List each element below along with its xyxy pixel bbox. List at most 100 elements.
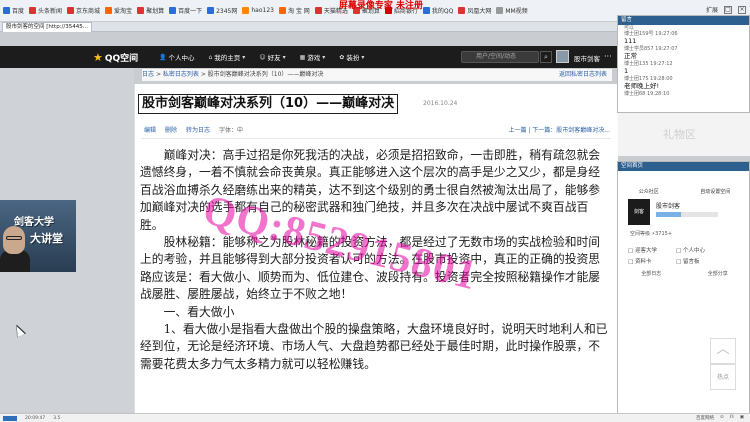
bookmark-favicon-icon [169, 7, 177, 14]
close-button[interactable]: × [738, 5, 746, 14]
status-time: 20:09:47 [25, 415, 46, 421]
bookmark-item[interactable]: 聚划算 [137, 6, 164, 15]
extensions-button[interactable]: 扩展 [706, 5, 718, 14]
taskbar-app-icon[interactable] [3, 415, 17, 421]
font-size-select[interactable]: 字体：中 [219, 125, 243, 134]
side-panel-header: 空间首页 [618, 162, 749, 171]
nav-dress[interactable]: ✿ 装扮 ▾ [339, 52, 365, 63]
bookmark-item[interactable]: 2345网 [207, 6, 237, 15]
bookmark-favicon-icon [242, 7, 250, 14]
chevron-down-icon: ▾ [322, 53, 326, 61]
delete-button[interactable]: 删除 [165, 125, 177, 134]
webcam-title-bottom: 大讲堂 [30, 232, 63, 245]
dress-icon: ✿ [339, 53, 345, 61]
maximize-button[interactable]: □ [724, 5, 732, 14]
chat-message: 1 [624, 67, 629, 75]
side-list-left: □ 迎客大学 □ 资料卡 [628, 246, 657, 268]
bookmark-label: 头条新闻 [38, 8, 63, 15]
side-tab-settings[interactable]: 自动设置空间 [700, 188, 730, 195]
scroll-top-button[interactable]: ︿ [710, 338, 736, 364]
nav-games[interactable]: ▦ 游戏 ▾ [300, 52, 326, 63]
chevron-down-icon: ▾ [242, 53, 246, 61]
person-icon: 👤 [159, 53, 167, 61]
search-icon[interactable]: ⌕ [540, 51, 552, 63]
window-icon[interactable]: ▣ [740, 415, 744, 421]
webcam-person-glasses [6, 236, 22, 240]
bookmark-favicon-icon [105, 7, 113, 14]
side-tabs: 公众社区 自动设置空间 [618, 188, 750, 195]
search-input[interactable]: 用户/空间/动态 [461, 51, 539, 63]
sound-icon[interactable]: ☊ [730, 415, 734, 421]
edit-button[interactable]: 编辑 [144, 125, 156, 134]
bookmark-favicon-icon [207, 7, 215, 14]
tab-qzone[interactable]: 股市剑客的空间 [http://35445... [2, 22, 92, 32]
divider [141, 138, 611, 139]
all-diaries-link[interactable]: 全部日志 [641, 270, 661, 277]
article-toolbar: 编辑 删除 转为日志 字体：中 [144, 125, 243, 134]
hot-button[interactable]: 热点 [710, 364, 736, 390]
back-to-list-link[interactable]: 返回私密日志列表 [559, 69, 607, 81]
nav-label: 个人中心 [168, 54, 195, 62]
gift-area-label: 礼物区 [663, 128, 696, 141]
friends-icon: ☺ [259, 53, 266, 61]
bookmark-item[interactable]: 百度 [3, 6, 24, 15]
bookmark-item[interactable]: 京东商城 [67, 6, 100, 15]
bookmark-item[interactable]: 百度一下 [169, 6, 202, 15]
webcam-overlay: 剑客大学 大讲堂 [0, 200, 76, 272]
bookmark-item[interactable]: 头条新闻 [29, 6, 62, 15]
bookmark-item[interactable]: 爱淘宝 [105, 6, 132, 15]
side-tab-community[interactable]: 公众社区 [639, 188, 659, 195]
chat-message: 正常 [624, 52, 637, 60]
bookmark-favicon-icon [29, 7, 37, 14]
webcam-title-top: 剑客大学 [14, 217, 54, 228]
bookmark-favicon-icon [137, 7, 145, 14]
chat-messages: 可以 博士团159号 19:27:06 111 博士学员857 19:27:07 正常博… [618, 25, 749, 97]
bookmark-label: 百度一下 [178, 8, 203, 15]
qzone-navbar: ★ QQ空间 👤 个人中心 ⌂ 我的主页 ▾ ☺ 好友 ▾ ▦ 游戏 ▾ ✿ 装… [0, 46, 618, 68]
chevron-down-icon: ▾ [282, 53, 286, 61]
breadcrumb-private-list[interactable]: 私密日志列表 [163, 71, 199, 78]
clock-icon[interactable]: ⊙ [720, 415, 724, 421]
side-link[interactable]: □ 资料卡 [628, 257, 657, 268]
side-logo[interactable]: 剑客 [628, 199, 650, 225]
nav-label: 好友 [267, 54, 281, 62]
bookmark-label: 百度 [12, 8, 25, 15]
breadcrumb-diary[interactable]: 日志 [142, 71, 154, 78]
nav-my-home[interactable]: ⌂ 我的主页 ▾ [208, 52, 246, 63]
side-link[interactable]: □ 留言板 [676, 257, 705, 268]
bookmark-label: 京东商城 [76, 8, 101, 15]
status-bar: 20:09:47 3.5 百度网络 ⊙ ☊ ▣ [0, 413, 750, 422]
window-controls: 扩展 □ × [706, 5, 746, 14]
bookmark-favicon-icon [67, 7, 75, 14]
side-user-name[interactable]: 股市剑客 [656, 201, 680, 210]
nav-personal-center[interactable]: 👤 个人中心 [159, 52, 195, 63]
recording-banner: 屏幕录像专家 未注册 [258, 1, 504, 23]
side-link[interactable]: □ 迎客大学 [628, 246, 657, 257]
level-progress-bar [656, 212, 718, 217]
article-paragraph: 1、看大做小是指看大盘做出个股的操盘策略，大盘环境良好时，说明天时地利人和已经到… [140, 322, 608, 371]
user-name[interactable]: 股市剑客 [574, 53, 600, 63]
bookmark-label: MM视频 [505, 8, 528, 15]
chevron-down-icon: ▾ [361, 53, 365, 61]
article-date: 2016.10.24 [423, 100, 458, 107]
breadcrumb-current: 股市剑客巅峰对决系列（10）——巅峰对决 [207, 71, 324, 78]
article-pager[interactable]: 上一篇 | 下一篇：股市剑客巅峰对决... [508, 125, 610, 134]
convert-to-diary-button[interactable]: 转为日志 [186, 125, 210, 134]
all-shares-link[interactable]: 全部分享 [708, 270, 728, 277]
side-link[interactable]: □ 个人中心 [676, 246, 705, 257]
recording-banner-line1: 屏幕录像专家 未注册 [338, 1, 424, 11]
chat-header: 留言 [618, 16, 749, 25]
chat-meta: 博士团68 19:28:10 [624, 91, 670, 97]
nav-friends[interactable]: ☺ 好友 ▾ [259, 52, 286, 63]
avatar[interactable] [556, 50, 569, 63]
webcam-person-head [3, 226, 25, 254]
qzone-logo[interactable]: ★ QQ空间 [93, 51, 145, 64]
nav-label: 我的主页 [214, 54, 241, 62]
side-level-text: 空间等级 ⚡3715+ [630, 231, 673, 237]
more-menu-icon[interactable]: ··· [604, 52, 612, 61]
side-footer: 全部日志 全部分享 [618, 270, 750, 277]
network-status[interactable]: 百度网络 [696, 415, 714, 421]
status-right: 百度网络 ⊙ ☊ ▣ [696, 415, 744, 421]
bookmark-label: 爱淘宝 [114, 8, 133, 15]
home-icon: ⌂ [208, 53, 213, 61]
